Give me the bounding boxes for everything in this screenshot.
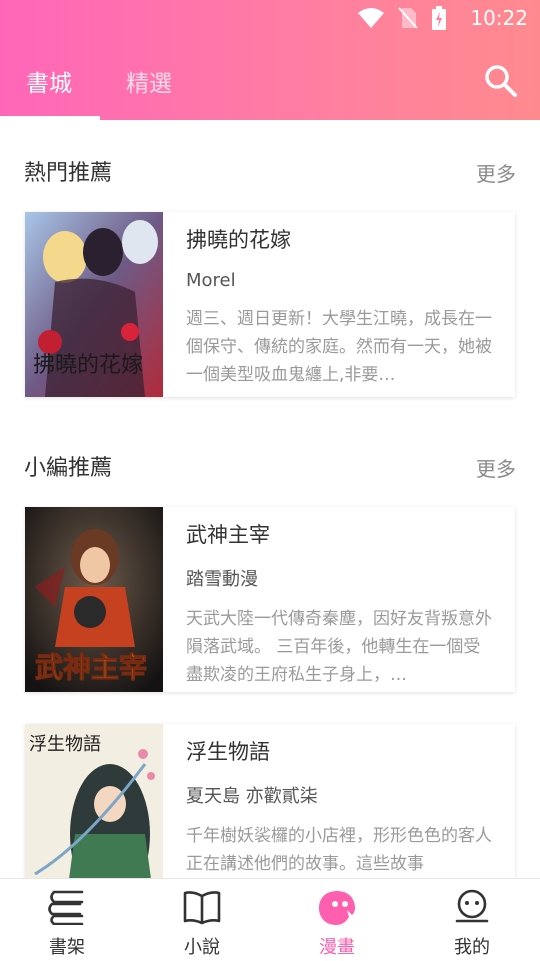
nav-label: 書架 xyxy=(49,937,85,958)
book-info: 武神主宰 踏雪動漫 天武大陸一代傳奇秦塵，因好友背叛意外隕落武域。 三百年後，他… xyxy=(186,519,495,689)
nav-item-novel[interactable]: 小說 xyxy=(162,889,242,959)
status-bar: 10:22 xyxy=(0,0,540,36)
profile-icon xyxy=(455,889,489,923)
search-button[interactable] xyxy=(484,64,518,102)
search-icon xyxy=(485,65,517,97)
book-author: 夏天島 亦歡貳柒 xyxy=(186,786,318,807)
more-button-hot[interactable]: 更多 xyxy=(476,158,516,187)
nav-item-profile[interactable]: 我的 xyxy=(432,889,512,959)
book-description: 週三、週日更新！大學生江曉，成長在一個保守、傳統的家庭。然而有一天，她被一個美型… xyxy=(186,309,492,385)
app-header: 10:22 書城 精選 xyxy=(0,0,540,120)
book-author: 踏雪動漫 xyxy=(186,569,258,590)
more-button-editor[interactable]: 更多 xyxy=(476,453,516,482)
tab-featured[interactable]: 精選 xyxy=(126,64,172,98)
book-title: 武神主宰 xyxy=(186,523,270,547)
book-title: 拂曉的花嫁 xyxy=(186,228,291,252)
active-tab-indicator xyxy=(0,116,100,120)
status-icons xyxy=(358,6,446,30)
book-card[interactable]: 武神主宰 武神主宰 踏雪動漫 天武大陸一代傳奇秦塵，因好友背叛意外隕落武域。 三… xyxy=(25,507,515,692)
bottom-nav: 書架 小說 漫畫 我的 xyxy=(0,878,540,961)
comic-icon xyxy=(319,891,355,925)
book-card[interactable]: 拂曉的花嫁 拂曉的花嫁 Morel 週三、週日更新！大學生江曉，成長在一個保守、… xyxy=(25,212,515,397)
book-cover: 拂曉的花嫁 xyxy=(25,212,163,397)
cover-title-text: 武神主宰 xyxy=(35,651,147,684)
book-info: 拂曉的花嫁 Morel 週三、週日更新！大學生江曉，成長在一個保守、傳統的家庭。… xyxy=(186,224,495,389)
section-title-editor: 小編推薦 xyxy=(24,456,113,481)
book-cover: 武神主宰 xyxy=(25,507,163,692)
tab-bookstore[interactable]: 書城 xyxy=(26,64,72,98)
status-time: 10:22 xyxy=(470,6,528,30)
nav-item-bookshelf[interactable]: 書架 xyxy=(27,889,107,959)
nav-item-comic[interactable]: 漫畫 xyxy=(297,889,377,959)
book-author: Morel xyxy=(186,270,236,291)
book-icon xyxy=(183,891,221,925)
top-tabs: 書城 精選 xyxy=(0,52,540,120)
section-title-hot: 熱門推薦 xyxy=(24,161,113,186)
cover-title-text: 浮生物語 xyxy=(29,734,101,755)
book-description: 天武大陸一代傳奇秦塵，因好友背叛意外隕落武域。 三百年後，他轉生在一個受盡欺凌的… xyxy=(186,609,492,685)
no-sim-icon xyxy=(398,7,418,29)
book-title: 浮生物語 xyxy=(186,740,270,764)
wifi-icon xyxy=(358,8,384,28)
cover-title-text: 拂曉的花嫁 xyxy=(33,353,143,378)
nav-label: 漫畫 xyxy=(319,937,355,958)
bookshelf-icon xyxy=(48,890,84,925)
battery-icon xyxy=(432,6,446,30)
nav-label: 小說 xyxy=(184,937,220,958)
nav-label: 我的 xyxy=(454,937,490,958)
